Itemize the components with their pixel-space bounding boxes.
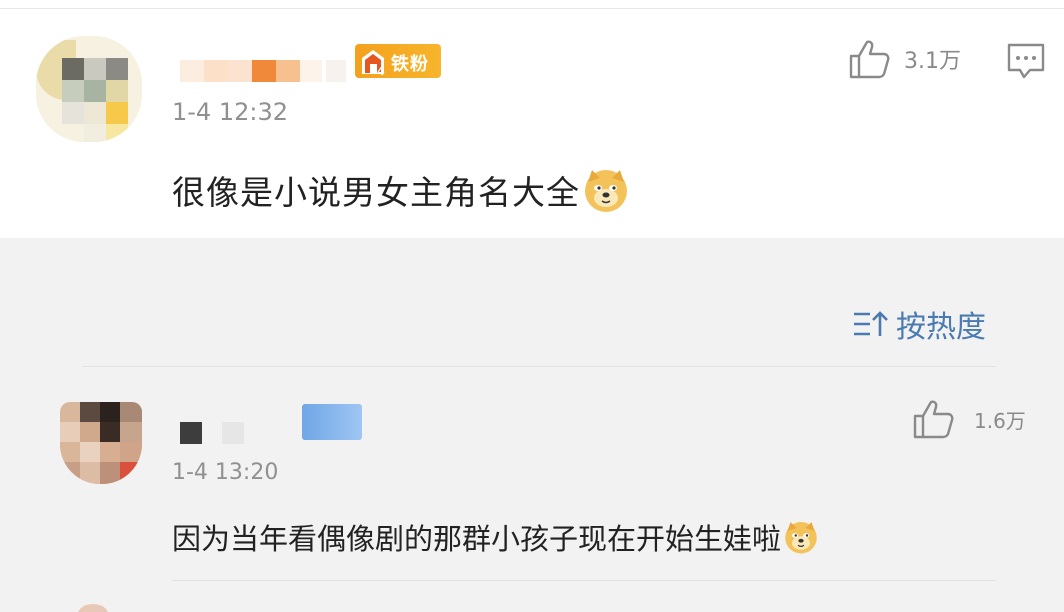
username-blurred[interactable] [180, 60, 346, 82]
doge-emoji-icon [785, 522, 817, 554]
reply-like-button[interactable]: 1.6万 [912, 398, 1026, 440]
reply-username-blurred[interactable] [180, 422, 244, 444]
like-count: 3.1万 [904, 49, 961, 74]
sort-icon [854, 311, 888, 336]
comment-body: 很像是小说男女主角名大全 [172, 166, 630, 214]
reply-avatar[interactable] [60, 402, 142, 484]
comment-time: 1-4 12:32 [172, 98, 288, 126]
top-divider [0, 8, 1064, 9]
svg-text:4: 4 [377, 65, 385, 76]
doge-emoji-icon [585, 170, 627, 212]
divider [82, 366, 996, 367]
sort-label: 按热度 [896, 310, 986, 345]
avatar[interactable] [36, 36, 142, 142]
reply-body: 因为当年看偶像剧的那群小孩子现在开始生娃啦 [172, 516, 819, 558]
reply-like-count: 1.6万 [974, 408, 1026, 433]
reply-time: 1-4 13:20 [172, 460, 279, 485]
reply-badge-blurred [302, 404, 362, 440]
main-comment: 4 铁粉 1-4 12:32 3.1万 很像是小说男女主角名大全 [0, 0, 1064, 238]
sort-by-hot-button[interactable]: 按热度 [852, 304, 986, 345]
fan-badge-icon: 4 [362, 50, 385, 76]
comment-text: 很像是小说男女主角名大全 [172, 173, 580, 212]
comment-icon[interactable] [1006, 42, 1046, 80]
like-button[interactable]: 3.1万 [848, 38, 961, 80]
reply-text: 因为当年看偶像剧的那群小孩子现在开始生娃啦 [172, 522, 782, 556]
next-reply-avatar[interactable] [78, 604, 108, 612]
divider [172, 580, 996, 581]
thumb-up-icon [913, 400, 954, 439]
thumb-up-icon [849, 40, 890, 79]
fan-badge[interactable]: 4 铁粉 [355, 44, 441, 78]
fan-badge-label: 铁粉 [391, 54, 429, 75]
